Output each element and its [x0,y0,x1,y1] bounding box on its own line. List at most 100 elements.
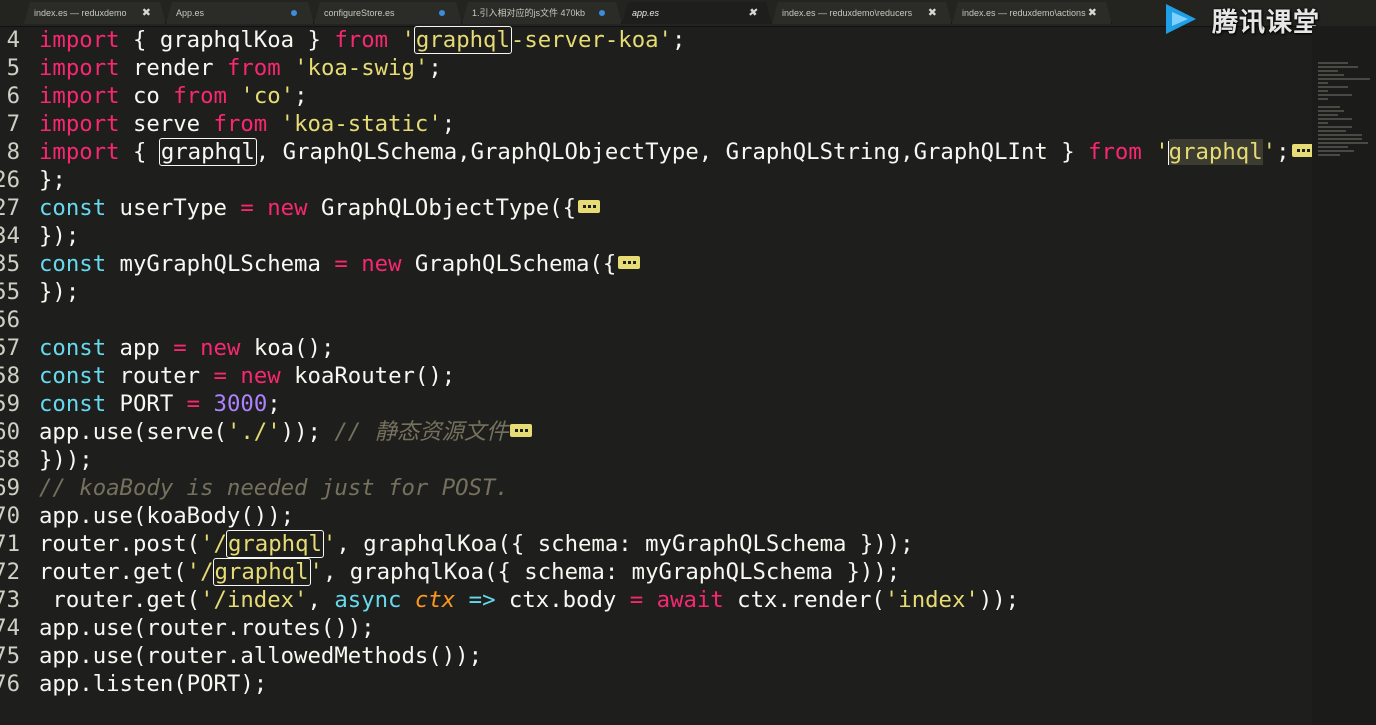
line-number: 75 [0,643,20,669]
code-token: = [186,391,201,417]
code-line[interactable]: 7 import serve from 'koa-static'; [0,110,1310,138]
code-token: co [119,83,174,109]
code-line[interactable]: 34}); [0,222,1310,250]
code-line[interactable]: 6 import co from 'co'; [0,82,1310,110]
code-line[interactable]: 8 import { graphql, GraphQLSchema,GraphQL… [0,138,1314,166]
code-token: from [226,55,281,81]
code-token: '/ [200,531,227,557]
code-token: { [119,139,160,165]
line-number: 8 [6,139,20,165]
code-token: from [173,83,227,109]
tab-3[interactable]: configureStore.es [314,2,462,24]
code-token: graphql [1168,139,1263,165]
code-text: // koaBody is needed just for POST. [39,474,509,502]
minimap[interactable] [1312,26,1376,725]
code-text: import { graphql, GraphQLSchema,GraphQLO… [39,138,1314,166]
close-icon[interactable]: ✖ [928,2,937,24]
code-token: // koaBody is needed just for POST. [39,475,509,501]
minimap-line [1318,142,1368,144]
code-token: import [39,83,120,109]
code-line[interactable]: 58 const router = new koaRouter(); [0,362,1310,390]
line-number: 57 [0,335,20,361]
tab-7[interactable]: index.es — reduxdemo\actions ✖ [952,2,1112,24]
tab-4[interactable]: 1.引入相对应的js文件 470kb [462,2,622,24]
code-token: // 静态资源文件 [334,419,509,445]
code-line[interactable]: 74 app.use(router.routes()); [0,614,1310,642]
tab-5[interactable]: app.es ✖ [622,2,772,24]
code-token: ctx.body [495,587,630,613]
line-number: 27 [0,195,20,221]
code-token: router.post( [39,531,201,557]
unsaved-dot-icon[interactable] [599,10,605,16]
minimap-line [1318,82,1328,84]
fold-marker-icon[interactable] [618,256,641,269]
code-token: graphql [158,138,257,166]
tab-6[interactable]: index.es — reduxdemo\reducers ✖ [772,2,952,24]
code-token: app [106,335,174,361]
fold-marker-icon[interactable] [510,424,533,437]
code-line[interactable]: 56 [0,306,1310,334]
close-icon[interactable]: ✖ [748,2,757,24]
code-text: app.use(koaBody()); [39,502,294,530]
code-line[interactable]: 71 router.post('/graphql', graphqlKoa({ s… [0,530,1310,558]
code-text: })); [39,446,93,474]
code-token: 'co' [240,83,295,109]
code-line[interactable]: 73 router.get('/index', async ctx => ctx… [0,586,1310,614]
fold-marker-icon[interactable] [578,200,601,213]
code-token: 'koa-static' [280,111,442,137]
unsaved-dot-icon[interactable] [439,10,445,16]
line-number: 5 [6,55,20,81]
close-icon[interactable]: ✖ [142,2,151,24]
code-line[interactable]: 55}); [0,278,1310,306]
code-line[interactable]: 5 import render from 'koa-swig'; [0,54,1310,82]
close-icon[interactable]: ✖ [1088,2,1097,24]
code-token: router.get( [39,559,187,585]
line-number: 4 [6,27,20,53]
line-number: 71 [0,531,20,557]
code-line[interactable]: 27 const userType = new GraphQLObjectType… [0,194,1310,222]
code-line[interactable]: 72 router.get('/graphql', graphqlKoa({ sc… [0,558,1310,586]
line-number: 70 [0,503,20,529]
minimap-line [1318,134,1362,136]
code-token: new [267,195,308,221]
line-number: 6 [6,83,20,109]
code-token: )); [978,587,1020,613]
code-token: 3000 [213,391,268,417]
code-line[interactable]: 57 const app = new koa(); [0,334,1310,362]
code-line[interactable]: 26}; [0,166,1310,194]
code-token: , graphqlKoa({ schema: myGraphQLSchema }… [336,531,914,557]
code-token: app.use(router.allowedMethods()); [39,643,482,669]
line-number: 35 [0,251,20,277]
code-token: import [39,27,120,53]
minimap-line [1318,66,1358,68]
tab-2[interactable]: App.es [166,2,314,24]
code-line[interactable]: 70 app.use(koaBody()); [0,502,1310,530]
minimap-line [1318,154,1340,156]
minimap-line [1318,78,1370,80]
code-line[interactable]: 59 const PORT = 3000; [0,390,1310,418]
unsaved-dot-icon[interactable] [291,10,297,16]
code-token: graphql [212,558,311,586]
minimap-line [1318,62,1348,64]
code-line[interactable]: 60 app.use(serve('./')); // 静态资源文件 [0,418,1310,446]
code-token: const [39,195,107,221]
code-line[interactable]: 69 // koaBody is needed just for POST. [0,474,1310,502]
code-line[interactable]: 68})); [0,446,1310,474]
code-token: = [213,363,227,389]
code-token: const [39,363,107,389]
tab-1[interactable]: index.es — reduxdemo ✖ [24,2,166,24]
code-line[interactable]: 76 app.listen(PORT); [0,670,1310,698]
code-editor[interactable]: 4 import { graphqlKoa } from 'graphql-ser… [0,26,1314,725]
fold-marker-icon[interactable] [1291,144,1314,157]
code-token: , GraphQLSchema,GraphQLObjectType, Graph… [255,139,1089,165]
line-number: 26 [0,167,20,193]
code-line[interactable]: 75 app.use(router.allowedMethods()); [0,642,1310,670]
code-token: ' [322,531,337,557]
code-line[interactable]: 4 import { graphqlKoa } from 'graphql-ser… [0,26,1310,54]
code-token: ' [1155,139,1169,165]
code-line[interactable]: 35 const myGraphQLSchema = new GraphQLSch… [0,250,1310,278]
